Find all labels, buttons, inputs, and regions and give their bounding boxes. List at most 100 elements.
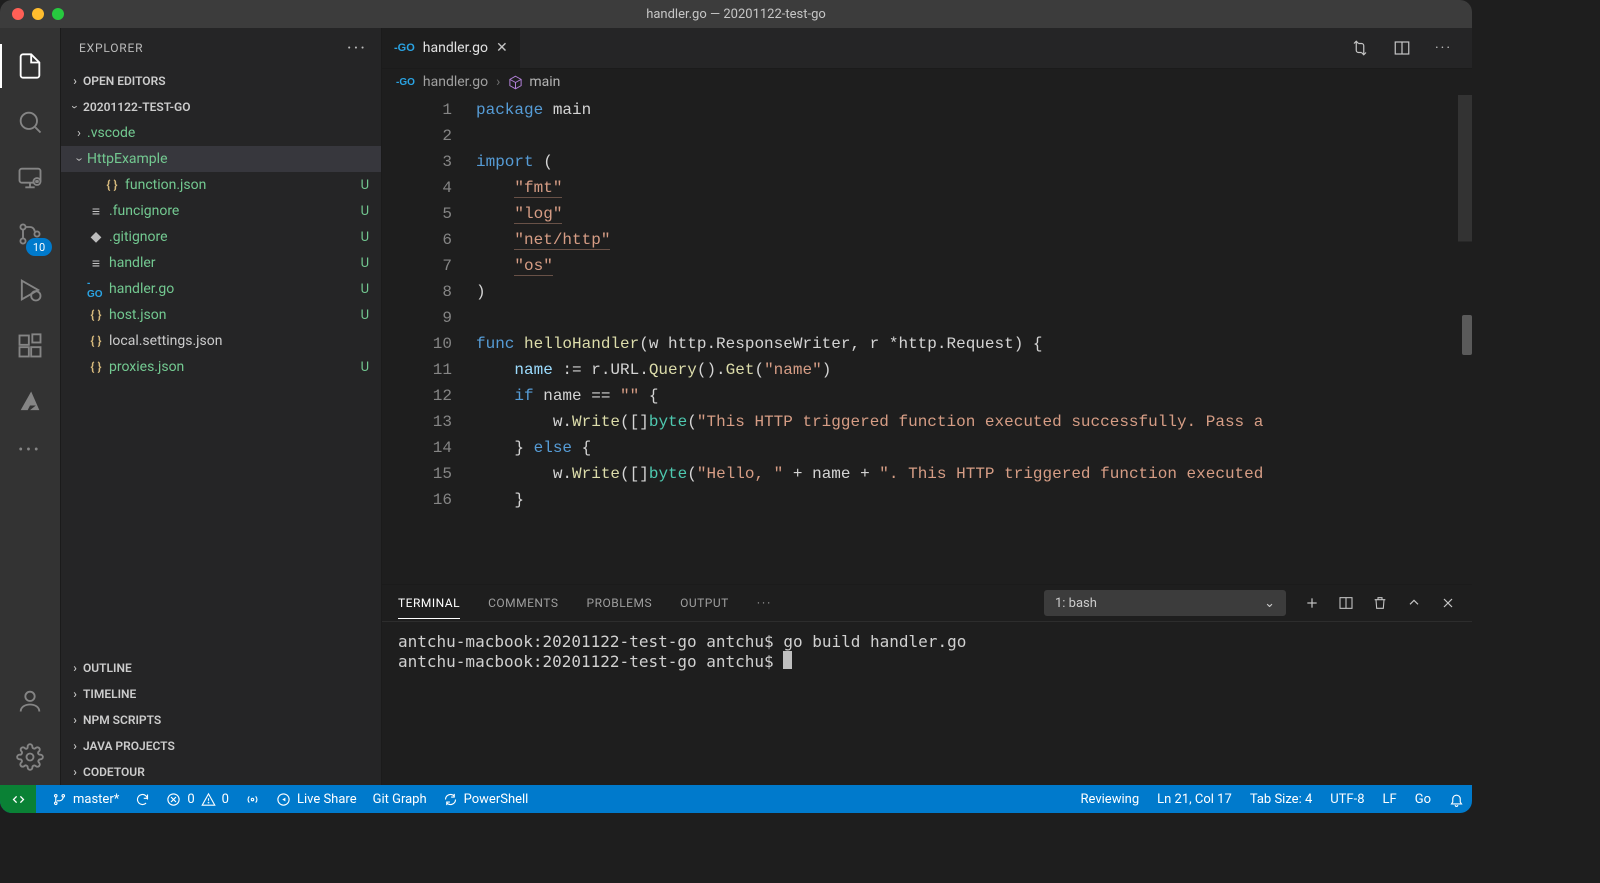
section-outline[interactable]: ›OUTLINE	[61, 655, 381, 681]
status-eol[interactable]: LF	[1383, 792, 1397, 807]
kill-terminal-icon[interactable]	[1372, 595, 1388, 611]
split-terminal-icon[interactable]	[1338, 595, 1354, 611]
search-icon	[16, 108, 44, 136]
file-handler[interactable]: ≡handlerU	[61, 250, 381, 276]
status-git-graph[interactable]: Git Graph	[373, 792, 427, 807]
activity-settings[interactable]	[0, 729, 60, 785]
activity-accounts[interactable]	[0, 673, 60, 729]
activity-run-debug[interactable]	[0, 262, 60, 318]
compare-changes-icon[interactable]	[1351, 39, 1369, 57]
tab-handler-go[interactable]: -GO handler.go ✕	[382, 28, 521, 68]
section-open-editors[interactable]: › OPEN EDITORS	[61, 68, 381, 94]
folder-httpexample[interactable]: ›HttpExample	[61, 146, 381, 172]
activity-more[interactable]: •••	[0, 430, 60, 470]
play-bug-icon	[16, 276, 44, 304]
warning-icon	[201, 792, 216, 807]
status-live-share[interactable]: Live Share	[276, 792, 357, 807]
chevron-down-icon: ⌄	[1264, 596, 1275, 611]
activity-explorer[interactable]	[0, 38, 60, 94]
file-handler-go[interactable]: -GOhandler.goU	[61, 276, 381, 302]
close-window-button[interactable]	[12, 8, 24, 20]
ellipsis-icon: •••	[18, 442, 41, 458]
close-panel-icon[interactable]	[1440, 595, 1456, 611]
terminal-select[interactable]: 1: bash ⌄	[1044, 590, 1286, 616]
split-editor-icon[interactable]	[1393, 39, 1411, 57]
activity-bar: 10 •••	[0, 28, 61, 785]
bell-icon	[1449, 792, 1464, 807]
bottom-panel: TERMINAL COMMENTS PROBLEMS OUTPUT ··· 1:…	[382, 584, 1472, 785]
status-sync[interactable]	[135, 792, 150, 807]
go-file-icon: -GO	[394, 42, 415, 54]
editor-tabs: -GO handler.go ✕ ···	[382, 28, 1472, 69]
file-tree: ›.vscode›HttpExample{ }function.jsonU≡.f…	[61, 120, 381, 384]
status-notifications[interactable]	[1449, 792, 1464, 807]
activity-azure[interactable]	[0, 374, 60, 430]
extensions-icon	[16, 332, 44, 360]
activity-search[interactable]	[0, 94, 60, 150]
go-file-icon: -GO	[396, 77, 415, 88]
panel-tab-comments[interactable]: COMMENTS	[488, 596, 558, 610]
status-branch[interactable]: master*	[52, 792, 119, 807]
sidebar-more-button[interactable]: ···	[347, 38, 367, 59]
status-powershell[interactable]: PowerShell	[443, 792, 529, 807]
section-npm-scripts[interactable]: ›NPM SCRIPTS	[61, 707, 381, 733]
remote-icon	[16, 164, 44, 192]
tab-close-button[interactable]: ✕	[496, 40, 508, 56]
window-titlebar: handler.go — 20201122-test-go	[0, 0, 1472, 28]
panel-tab-output[interactable]: OUTPUT	[680, 596, 729, 610]
panel-tab-terminal[interactable]: TERMINAL	[398, 596, 460, 619]
broadcast-icon	[245, 792, 260, 807]
sidebar-title: EXPLORER	[79, 41, 143, 55]
maximize-panel-icon[interactable]	[1406, 595, 1422, 611]
remote-indicator[interactable]	[0, 785, 36, 813]
zoom-window-button[interactable]	[52, 8, 64, 20]
file-local-settings-json[interactable]: { }local.settings.json	[61, 328, 381, 354]
files-icon	[16, 52, 44, 80]
activity-remote-explorer[interactable]	[0, 150, 60, 206]
folder--vscode[interactable]: ›.vscode	[61, 120, 381, 146]
status-language[interactable]: Go	[1415, 792, 1431, 807]
file-proxies-json[interactable]: { }proxies.jsonU	[61, 354, 381, 380]
breadcrumb-separator: ›	[496, 74, 500, 90]
minimap-scrollbar[interactable]	[1458, 95, 1472, 584]
file--funcignore[interactable]: ≡.funcignoreU	[61, 198, 381, 224]
code-editor[interactable]: package main import ( "fmt" "log" "net/h…	[476, 95, 1472, 584]
section-codetour[interactable]: ›CODETOUR	[61, 759, 381, 785]
section-timeline[interactable]: ›TIMELINE	[61, 681, 381, 707]
status-problems[interactable]: 0 0	[166, 792, 229, 807]
new-terminal-icon[interactable]	[1304, 595, 1320, 611]
status-bar: master* 0 0 Live Share Git Graph PowerSh…	[0, 785, 1472, 813]
file-function-json[interactable]: { }function.jsonU	[61, 172, 381, 198]
status-encoding[interactable]: UTF-8	[1330, 792, 1364, 807]
panel-tab-more[interactable]: ···	[757, 596, 772, 610]
minimize-window-button[interactable]	[32, 8, 44, 20]
window-traffic-lights[interactable]	[12, 8, 64, 20]
file-host-json[interactable]: { }host.jsonU	[61, 302, 381, 328]
scm-badge: 10	[26, 238, 52, 256]
activity-extensions[interactable]	[0, 318, 60, 374]
breadcrumb-symbol[interactable]: main	[529, 74, 560, 90]
error-icon	[166, 792, 181, 807]
sync-icon	[135, 792, 150, 807]
section-workspace[interactable]: › 20201122-TEST-GO	[61, 94, 381, 120]
activity-source-control[interactable]: 10	[0, 206, 60, 262]
file--gitignore[interactable]: ◆.gitignoreU	[61, 224, 381, 250]
git-branch-icon	[52, 792, 67, 807]
chevron-right-icon: ›	[67, 74, 83, 88]
panel-tab-problems[interactable]: PROBLEMS	[587, 596, 653, 610]
live-share-icon	[276, 792, 291, 807]
remote-indicator-icon	[11, 792, 26, 807]
scrollbar-thumb[interactable]	[1462, 315, 1472, 355]
status-reviewing[interactable]: Reviewing	[1081, 792, 1140, 807]
status-tab-size[interactable]: Tab Size: 4	[1250, 792, 1312, 807]
account-icon	[16, 687, 44, 715]
breadcrumb-file[interactable]: handler.go	[423, 74, 488, 90]
section-java-projects[interactable]: ›JAVA PROJECTS	[61, 733, 381, 759]
breadcrumb[interactable]: -GO handler.go › main	[382, 69, 1472, 95]
status-cursor-position[interactable]: Ln 21, Col 17	[1157, 792, 1232, 807]
status-debug-target[interactable]	[245, 792, 260, 807]
line-number-gutter: 1 2 3 4 5 6 7 8 9 10 11 12 13 14 15 16	[382, 95, 476, 584]
explorer-sidebar: EXPLORER ··· › OPEN EDITORS › 20201122-T…	[61, 28, 382, 785]
terminal[interactable]: antchu-macbook:20201122-test-go antchu$ …	[382, 622, 1472, 785]
editor-more-button[interactable]: ···	[1435, 40, 1452, 56]
